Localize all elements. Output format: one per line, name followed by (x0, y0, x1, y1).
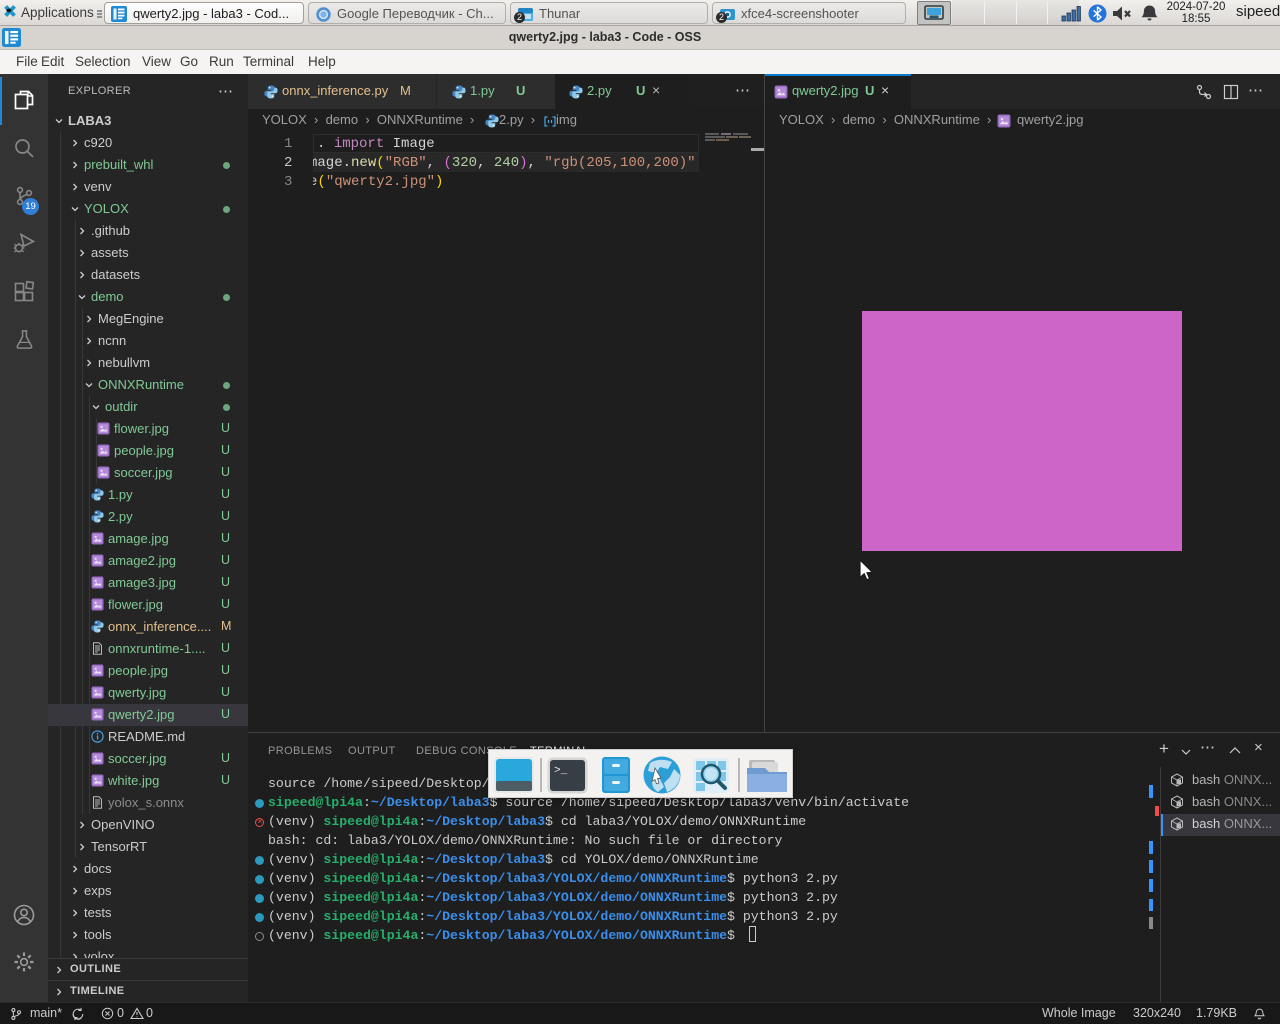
svg-text:>_: >_ (554, 765, 568, 777)
